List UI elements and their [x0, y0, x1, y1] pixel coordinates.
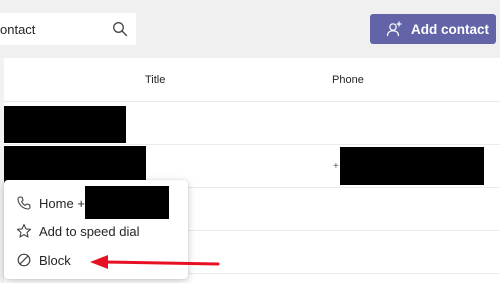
star-icon [16, 223, 32, 238]
menu-item-block-label: Block [39, 253, 71, 268]
block-icon [17, 253, 31, 267]
redacted-phone-number [340, 147, 484, 185]
add-contact-button[interactable]: Add contact [370, 14, 496, 44]
menu-item-home[interactable]: Home + [4, 186, 188, 219]
menu-item-add-to-speed-dial-label: Add to speed dial [39, 224, 140, 239]
menu-item-add-to-speed-dial[interactable]: Add to speed dial [4, 217, 188, 245]
phone-icon [17, 196, 31, 210]
home-phone-prefix: + [77, 196, 85, 211]
search-box[interactable]: ontact [0, 13, 136, 45]
search-icon[interactable] [112, 21, 128, 37]
add-person-icon [386, 21, 402, 37]
redacted-contact-name [4, 146, 146, 183]
column-header-title[interactable]: Title [145, 74, 165, 86]
redacted-contact-name [4, 106, 126, 143]
phone-prefix: + [333, 161, 339, 172]
redacted-home-number [85, 186, 169, 219]
row-divider [4, 144, 500, 145]
search-input[interactable]: ontact [0, 22, 100, 37]
add-contact-label: Add contact [411, 21, 490, 37]
menu-item-home-label: Home + [39, 196, 85, 211]
header-divider [4, 101, 500, 102]
red-arrow-annotation [90, 255, 220, 269]
top-bar: ontact Add contact [0, 0, 500, 58]
column-header-phone[interactable]: Phone [332, 74, 364, 86]
